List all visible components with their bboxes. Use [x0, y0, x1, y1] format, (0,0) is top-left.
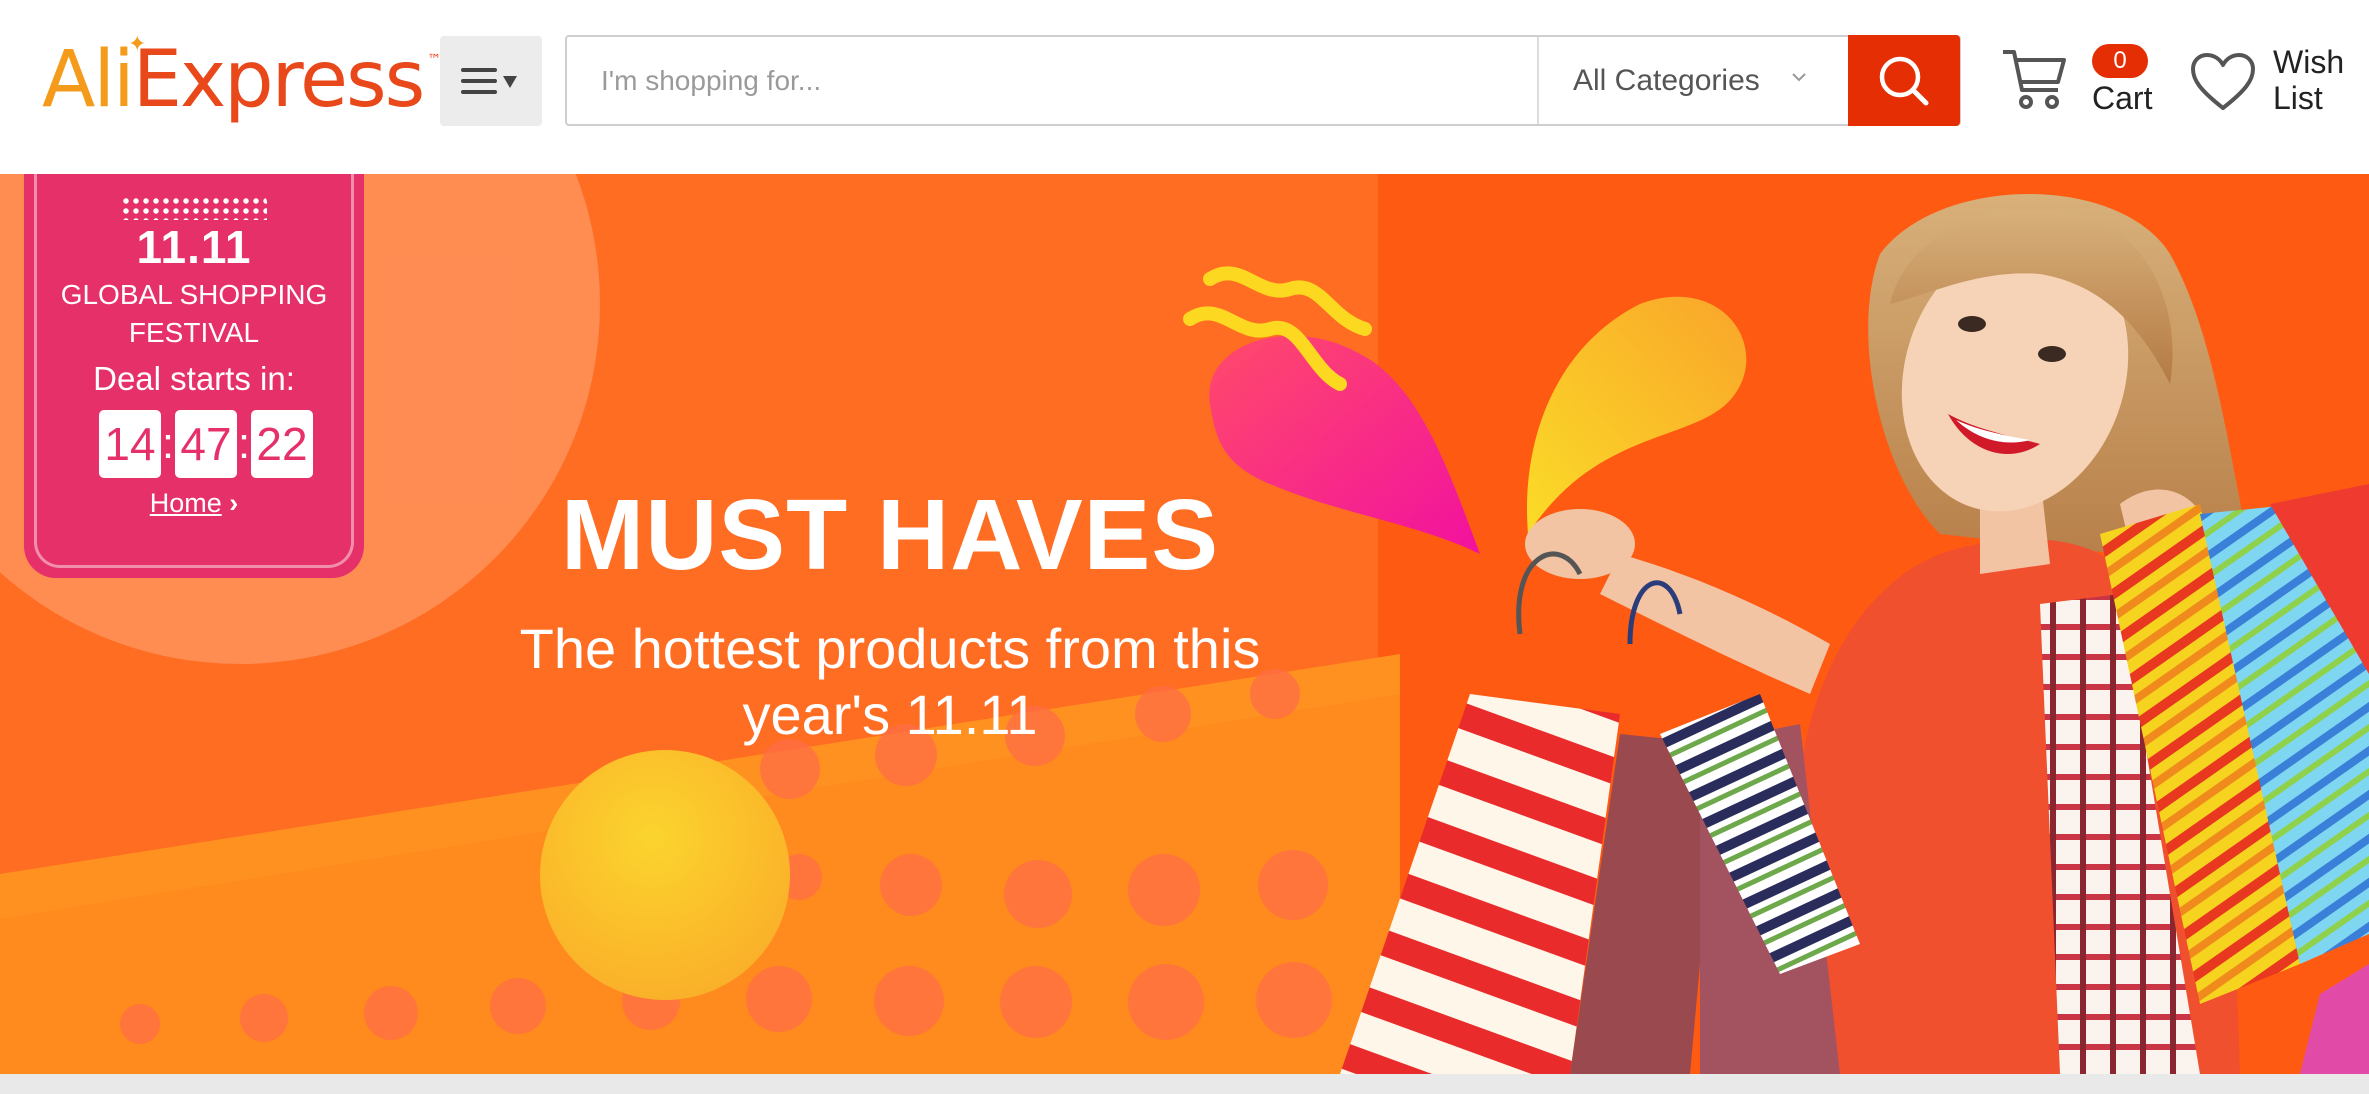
search-icon: [1879, 56, 1929, 105]
chevron-down-icon: [1792, 73, 1806, 82]
category-select[interactable]: All Categories: [1537, 37, 1847, 124]
home-link-label: Home: [149, 488, 222, 518]
timer-separator: :: [237, 419, 251, 468]
yellow-ball-decoration: [540, 750, 790, 1000]
wishlist-label: Wish List: [2273, 44, 2345, 116]
countdown-timer: 14 : 47 : 22: [76, 408, 336, 480]
site-header: AliExpress™ ✦ All Categories 0 Ca: [0, 0, 2369, 174]
chevron-right-icon: ›: [229, 488, 239, 518]
search-bar: All Categories: [565, 35, 1961, 126]
hamburger-menu-icon: [461, 68, 517, 94]
festival-logo: 11.11: [24, 196, 364, 274]
woman-with-shopping-bags-image: [1340, 194, 2369, 1074]
timer-seconds: 22: [251, 410, 313, 478]
logo-part-express: Express: [132, 35, 426, 125]
cart-count-badge: 0: [2092, 44, 2148, 78]
banner-headline: MUST HAVES: [560, 479, 1220, 591]
shopping-cart-icon: [2003, 50, 2066, 109]
aliexpress-logo[interactable]: Ali Express ™ ✦: [42, 30, 441, 130]
heart-icon: [2191, 53, 2255, 110]
page-bottom-strip: [0, 1074, 2369, 1094]
timer-hours: 14: [99, 410, 161, 478]
festival-logo-dots: [121, 196, 267, 220]
category-menu-button[interactable]: [440, 36, 542, 126]
cart-link[interactable]: 0 Cart: [2000, 40, 2160, 130]
cart-label: Cart: [2092, 80, 2153, 116]
logo-part-ali: Ali: [42, 35, 135, 125]
banner-subheadline: The hottest products from this year's 11…: [519, 617, 1261, 746]
home-link[interactable]: Home ›: [24, 488, 364, 519]
search-input[interactable]: [567, 37, 1537, 124]
festival-title: GLOBAL SHOPPING FESTIVAL: [60, 279, 328, 348]
search-button[interactable]: [1848, 35, 1960, 126]
deal-starts-label: Deal starts in:: [93, 360, 295, 397]
logo-star-icon: ✦: [128, 32, 146, 57]
timer-minutes: 47: [175, 410, 237, 478]
festival-logo-text: 11.11: [136, 221, 252, 273]
wishlist-link[interactable]: Wish List: [2190, 40, 2360, 130]
timer-separator: :: [161, 419, 175, 468]
category-select-value: All Categories: [1573, 63, 1760, 97]
promo-banner[interactable]: 11.11 GLOBAL SHOPPING FESTIVAL Deal star…: [0, 174, 2369, 1074]
festival-countdown-badge: 11.11 GLOBAL SHOPPING FESTIVAL Deal star…: [24, 174, 364, 578]
